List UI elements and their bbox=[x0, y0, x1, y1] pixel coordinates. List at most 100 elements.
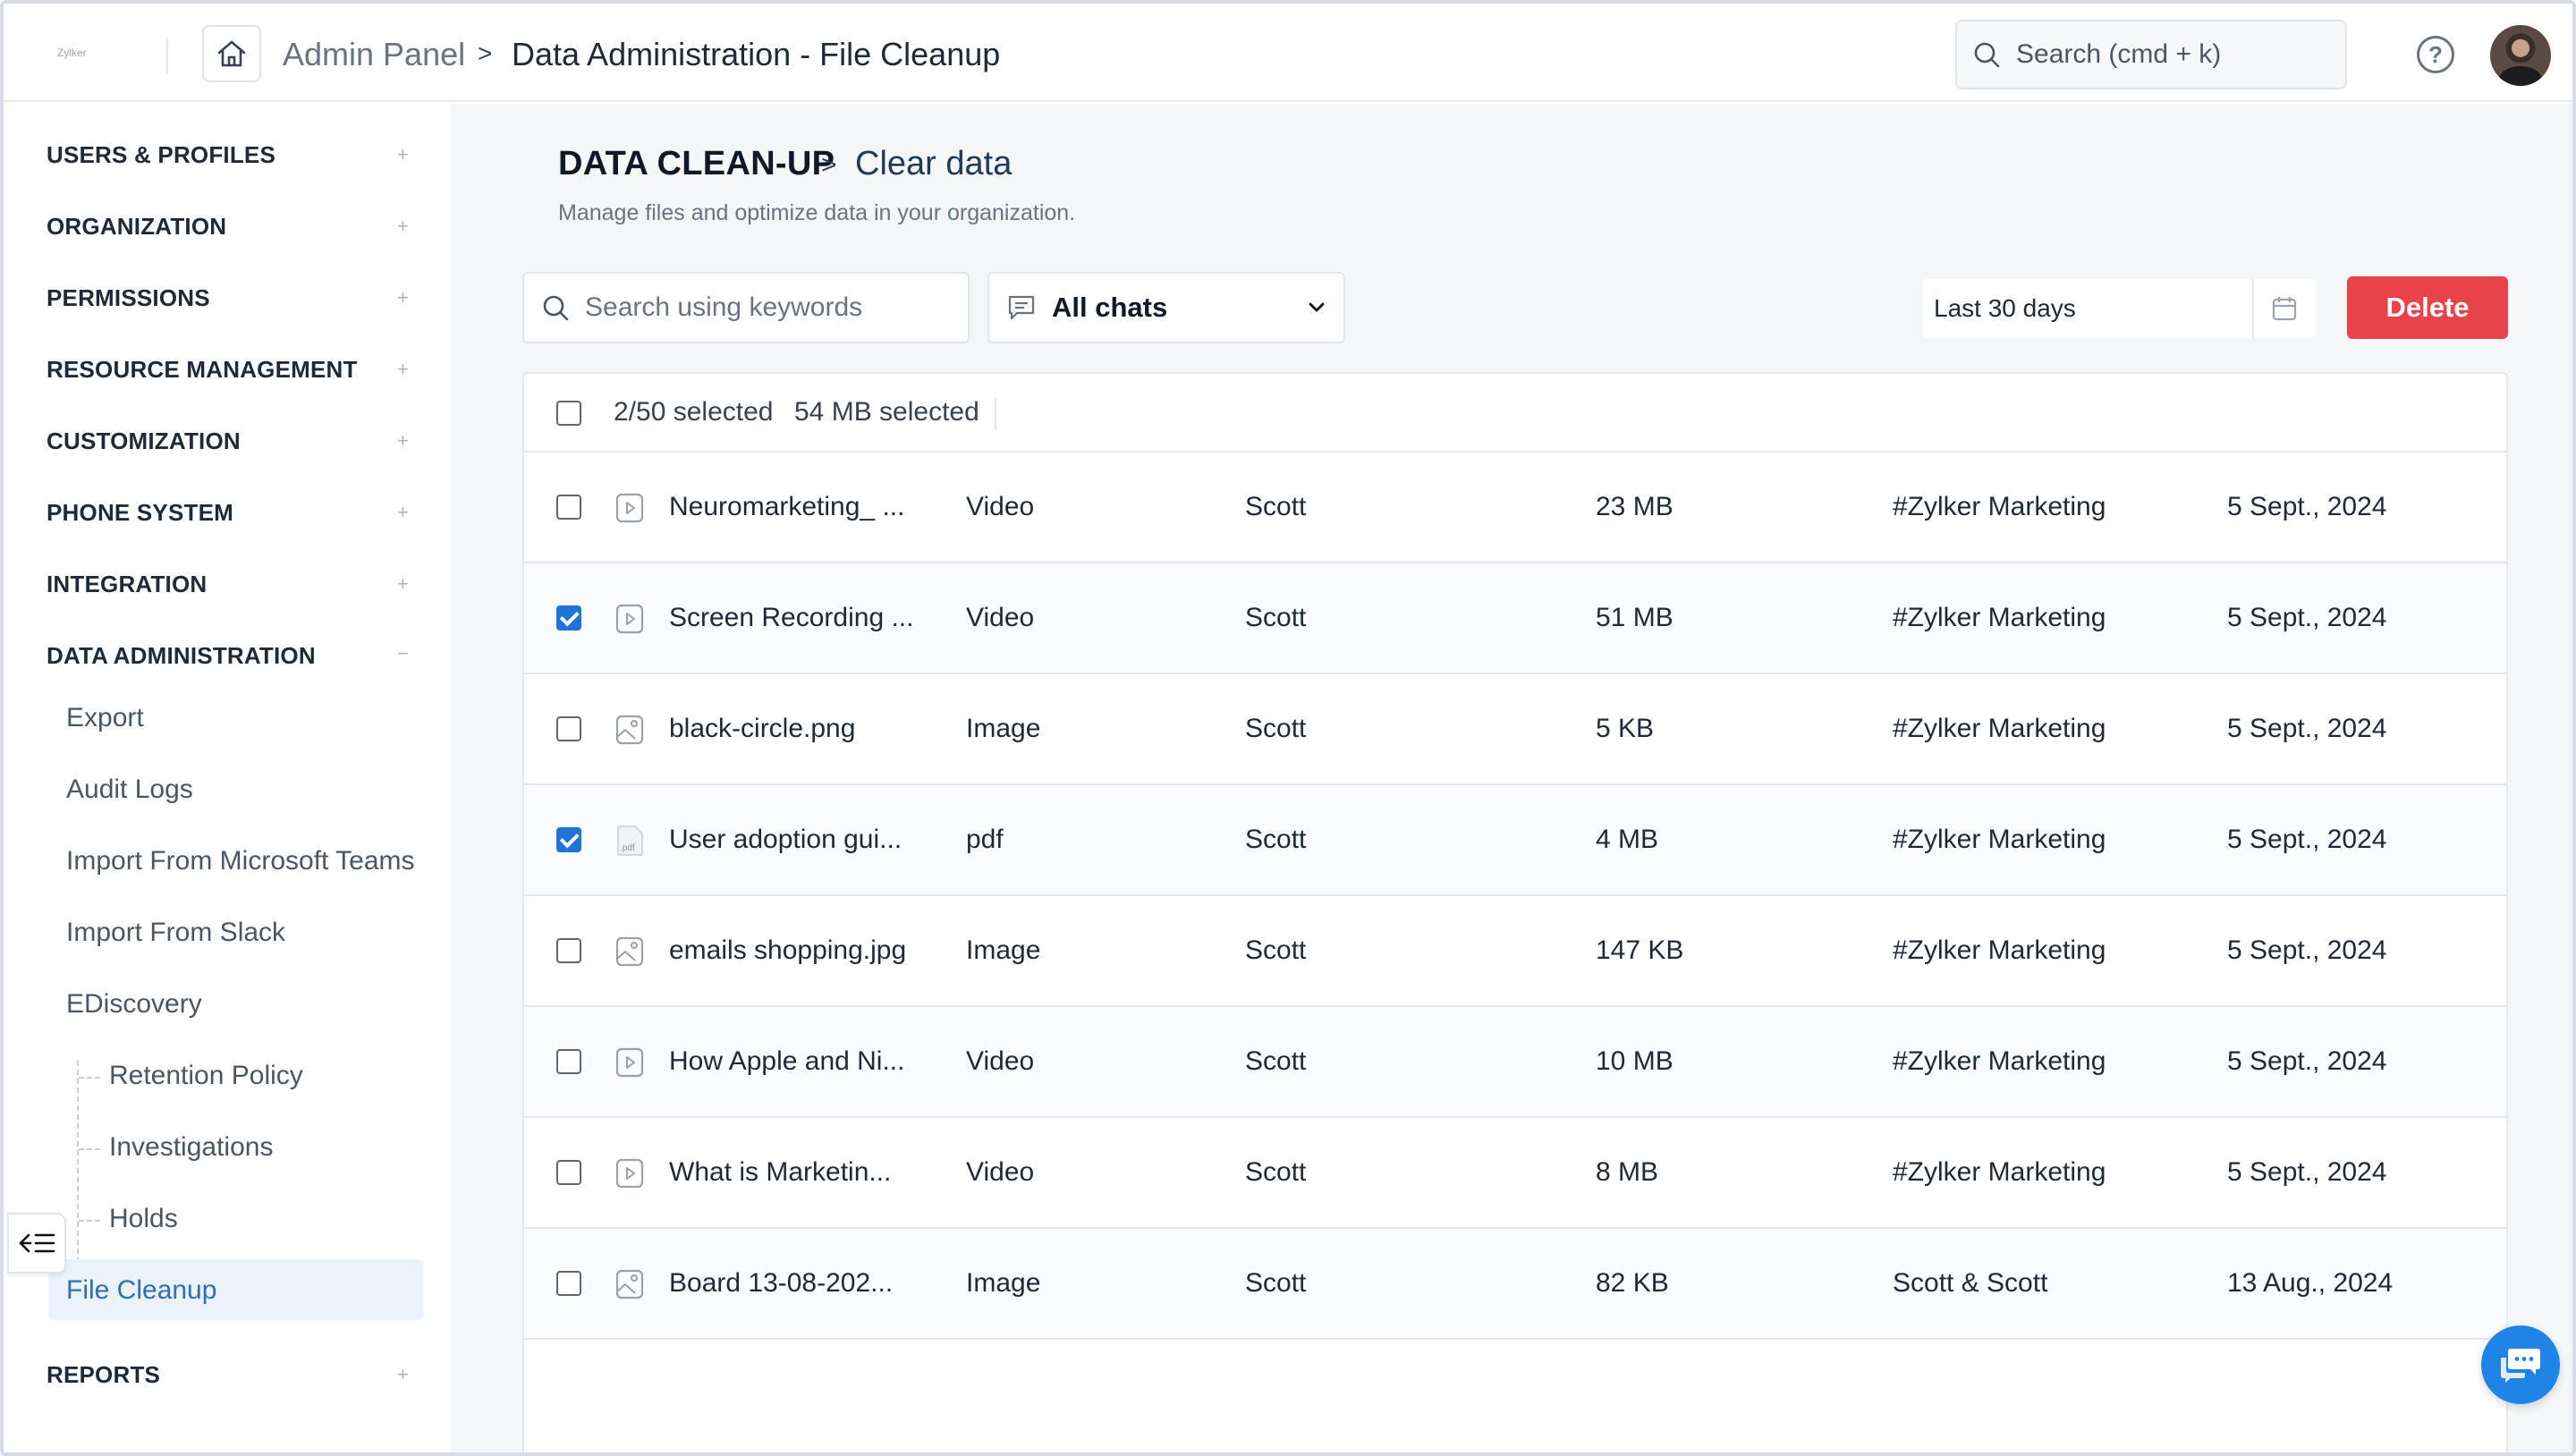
expand-icon[interactable]: + bbox=[397, 358, 409, 381]
sidebar-item-retention-policy[interactable]: Retention Policy bbox=[109, 1061, 303, 1091]
row-checkbox[interactable] bbox=[556, 1271, 581, 1296]
image-file-icon bbox=[615, 1268, 644, 1300]
question-circle-icon[interactable]: ? bbox=[2417, 36, 2454, 73]
breadcrumb-current: Data Administration - File Cleanup bbox=[512, 36, 1001, 72]
sidebar-item-import-teams[interactable]: Import From Microsoft Teams bbox=[66, 846, 415, 876]
file-owner: Scott bbox=[1245, 1157, 1307, 1187]
file-name[interactable]: emails shopping.jpg bbox=[669, 935, 906, 966]
expand-icon[interactable]: + bbox=[397, 215, 409, 238]
row-checkbox[interactable] bbox=[556, 1160, 581, 1185]
sidebar-section-phone-system[interactable]: PHONE SYSTEM bbox=[47, 499, 233, 527]
row-checkbox[interactable] bbox=[556, 827, 581, 852]
chat-filter-select[interactable]: All chats bbox=[987, 272, 1345, 343]
calendar-button[interactable] bbox=[2252, 279, 2315, 338]
expand-icon[interactable]: + bbox=[397, 286, 409, 309]
logo: Zylker bbox=[57, 47, 87, 59]
row-checkbox[interactable] bbox=[556, 1049, 581, 1074]
table-row[interactable]: emails shopping.jpg Image Scott 147 KB #Zylk… bbox=[524, 896, 2506, 1007]
expand-icon[interactable]: + bbox=[397, 501, 409, 524]
file-channel: #Zylker Marketing bbox=[1893, 714, 2106, 743]
select-all-checkbox[interactable] bbox=[556, 401, 581, 426]
file-size: 10 MB bbox=[1596, 1046, 1674, 1076]
global-search-input[interactable]: Search (cmd + k) bbox=[1955, 20, 2347, 89]
sidebar-section-resource-management[interactable]: RESOURCE MANAGEMENT bbox=[47, 356, 358, 384]
home-icon bbox=[217, 40, 246, 67]
file-size: 51 MB bbox=[1596, 603, 1674, 632]
file-channel: #Zylker Marketing bbox=[1893, 603, 2106, 632]
chat-support-button[interactable] bbox=[2481, 1325, 2560, 1404]
file-name[interactable]: Screen Recording ... bbox=[669, 603, 913, 633]
file-name[interactable]: black-circle.png bbox=[669, 714, 855, 744]
table-row[interactable]: black-circle.png Image Scott 5 KB #Zylker Ma… bbox=[524, 674, 2506, 785]
sidebar-item-audit-logs[interactable]: Audit Logs bbox=[66, 775, 193, 805]
file-type: Image bbox=[966, 1268, 1041, 1298]
image-file-icon bbox=[615, 714, 644, 746]
avatar[interactable] bbox=[2490, 25, 2551, 86]
file-type: pdf bbox=[966, 825, 1004, 854]
table-row[interactable]: What is Marketin... Video Scott 8 MB #Zylker… bbox=[524, 1118, 2506, 1229]
collapse-sidebar-button[interactable] bbox=[7, 1213, 66, 1274]
collapse-icon[interactable]: − bbox=[397, 642, 409, 665]
sidebar-section-organization[interactable]: ORGANIZATION bbox=[47, 213, 226, 241]
sidebar-section-data-administration[interactable]: DATA ADMINISTRATION bbox=[47, 642, 316, 670]
expand-icon[interactable]: + bbox=[397, 1363, 409, 1386]
file-channel: #Zylker Marketing bbox=[1893, 1046, 2106, 1076]
sidebar-item-import-slack[interactable]: Import From Slack bbox=[66, 918, 285, 948]
sidebar-section-reports[interactable]: REPORTS bbox=[47, 1361, 160, 1389]
file-owner: Scott bbox=[1245, 935, 1307, 965]
expand-icon[interactable]: + bbox=[397, 143, 409, 166]
date-range-picker[interactable]: Last 30 days bbox=[1923, 279, 2315, 338]
file-date: 5 Sept., 2024 bbox=[2227, 1157, 2387, 1187]
header-divider bbox=[995, 397, 996, 429]
file-name[interactable]: What is Marketin... bbox=[669, 1157, 891, 1188]
video-file-icon bbox=[615, 1046, 644, 1079]
breadcrumb-root[interactable]: Admin Panel bbox=[283, 36, 465, 73]
keyword-search-placeholder: Search using keywords bbox=[585, 292, 863, 322]
table-row[interactable]: How Apple and Ni... Video Scott 10 MB #Zylke… bbox=[524, 1007, 2506, 1118]
sidebar: USERS & PROFILES + ORGANIZATION + PERMIS… bbox=[4, 102, 447, 1452]
table-row[interactable]: .pdf User adoption gui... pdf Scott 4 MB #Zyl… bbox=[524, 785, 2506, 896]
row-checkbox[interactable] bbox=[556, 716, 581, 741]
expand-icon[interactable]: + bbox=[397, 572, 409, 596]
sidebar-section-users-profiles[interactable]: USERS & PROFILES bbox=[47, 141, 275, 169]
sidebar-item-export[interactable]: Export bbox=[66, 703, 144, 733]
file-name[interactable]: User adoption gui... bbox=[669, 825, 902, 855]
file-type: Video bbox=[966, 1157, 1035, 1187]
tree-connector bbox=[79, 1220, 100, 1222]
expand-icon[interactable]: + bbox=[397, 429, 409, 453]
row-checkbox[interactable] bbox=[556, 605, 581, 631]
breadcrumb-separator: > bbox=[478, 39, 493, 67]
home-button[interactable] bbox=[202, 25, 261, 82]
table-row[interactable]: Neuromarketing_ ... Video Scott 23 MB #Zylke… bbox=[524, 453, 2506, 563]
table-row[interactable]: Board 13-08-202... Image Scott 82 KB Scott &… bbox=[524, 1229, 2506, 1340]
sidebar-item-ediscovery[interactable]: EDiscovery bbox=[66, 989, 202, 1020]
row-checkbox[interactable] bbox=[556, 938, 581, 963]
file-channel: #Zylker Marketing bbox=[1893, 492, 2106, 521]
file-channel: Scott & Scott bbox=[1893, 1268, 2048, 1298]
file-date: 13 Aug., 2024 bbox=[2227, 1268, 2394, 1298]
sidebar-section-permissions[interactable]: PERMISSIONS bbox=[47, 284, 210, 312]
sidebar-item-investigations[interactable]: Investigations bbox=[109, 1132, 273, 1163]
page-title[interactable]: DATA CLEAN-UP bbox=[558, 145, 835, 183]
sidebar-item-holds[interactable]: Holds bbox=[109, 1204, 178, 1234]
pdf-file-icon: .pdf bbox=[615, 825, 644, 857]
table-row[interactable]: Screen Recording ... Video Scott 51 MB #Zylk… bbox=[524, 563, 2506, 674]
file-date: 5 Sept., 2024 bbox=[2227, 492, 2387, 521]
top-header: Zylker Admin Panel > Data Administration… bbox=[4, 4, 2572, 102]
row-checkbox[interactable] bbox=[556, 495, 581, 520]
keyword-search-input[interactable]: Search using keywords bbox=[522, 272, 970, 343]
table-header: 2/50 selected 54 MB selected bbox=[524, 374, 2506, 453]
file-size: 8 MB bbox=[1596, 1157, 1659, 1187]
file-name[interactable]: Board 13-08-202... bbox=[669, 1268, 893, 1299]
sidebar-section-customization[interactable]: CUSTOMIZATION bbox=[47, 427, 241, 455]
sidebar-section-integration[interactable]: INTEGRATION bbox=[47, 571, 207, 598]
delete-button[interactable]: Delete bbox=[2347, 276, 2508, 339]
file-name[interactable]: How Apple and Ni... bbox=[669, 1046, 904, 1077]
collapse-sidebar-icon bbox=[19, 1233, 55, 1253]
file-owner: Scott bbox=[1245, 603, 1307, 632]
file-type: Video bbox=[966, 492, 1035, 521]
file-date: 5 Sept., 2024 bbox=[2227, 714, 2387, 743]
file-type: Video bbox=[966, 1046, 1035, 1076]
file-name[interactable]: Neuromarketing_ ... bbox=[669, 492, 904, 522]
file-channel: #Zylker Marketing bbox=[1893, 1157, 2106, 1187]
